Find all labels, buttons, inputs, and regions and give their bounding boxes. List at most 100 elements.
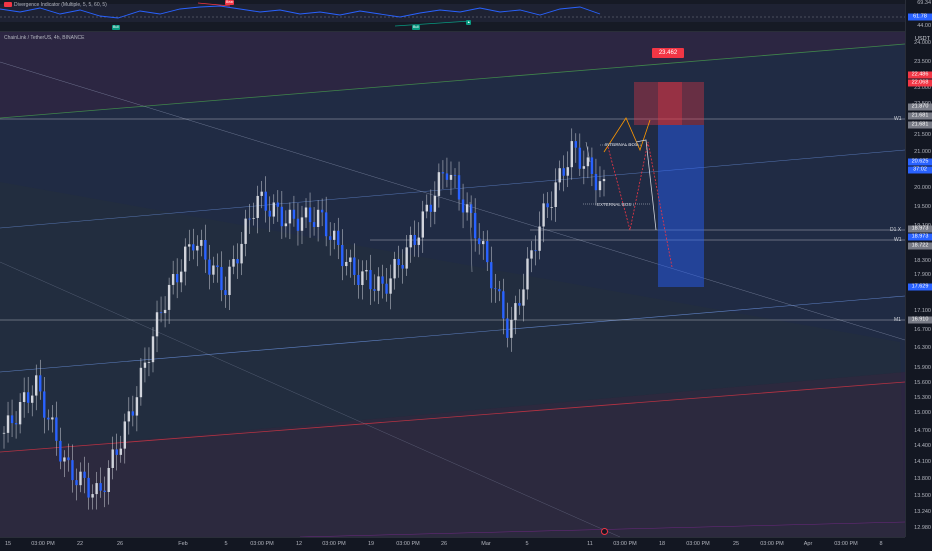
price-tag: 16.910 <box>908 316 932 324</box>
price-tick: 13.800 <box>914 476 931 482</box>
internal-bos-label: INTERNAL BOS ↓ <box>605 142 642 147</box>
candle-body <box>99 483 102 491</box>
price-axis[interactable]: 69.34 61.78 44.00 USDT 24.000 23.500 23.00… <box>905 0 932 550</box>
candle-body <box>498 289 501 292</box>
candle-body <box>228 266 231 296</box>
candle-body <box>353 257 356 275</box>
price-tick: 14.700 <box>914 428 931 434</box>
time-tick: 03:00 PM <box>686 541 710 547</box>
price-tick: 17.100 <box>914 308 931 314</box>
candle-body <box>91 494 94 498</box>
candle-body <box>184 246 187 272</box>
candle-body <box>196 245 199 251</box>
candle-body <box>111 449 114 468</box>
candle-body <box>167 284 171 310</box>
candle-body <box>171 274 175 285</box>
candle-body <box>208 259 211 275</box>
oscillator-title: Divergence Indicator (Multiple, 5, 5, 60… <box>4 2 107 8</box>
time-tick: 12 <box>295 541 303 547</box>
candle-body <box>473 212 477 239</box>
candle-body <box>457 175 461 200</box>
time-axis[interactable]: 15 03:00 PM 22 26 Feb 5 03:00 PM 12 03:00 PM 19 03… <box>0 537 905 551</box>
candle-body <box>304 207 308 218</box>
candle-body <box>598 181 602 191</box>
price-tag: 22.486 <box>908 71 932 79</box>
candle-body <box>175 274 179 283</box>
candle-body <box>328 236 332 240</box>
time-tick: 8 <box>879 541 883 547</box>
candle-body <box>574 141 578 148</box>
candle-body <box>566 167 569 176</box>
candle-body <box>453 174 457 176</box>
candle-body <box>405 247 408 269</box>
trading-chart-window: Divergence Indicator (Multiple, 5, 5, 60… <box>0 0 932 551</box>
candle-body <box>163 309 167 314</box>
price-tick: 23.500 <box>914 59 931 65</box>
time-tick: 5 <box>224 541 228 547</box>
candle-body <box>590 157 594 174</box>
candle-body <box>389 278 392 294</box>
main-chart-pane[interactable] <box>0 32 905 537</box>
candle-body <box>292 209 296 219</box>
time-tick: 03:00 PM <box>250 541 274 547</box>
candle-body <box>123 421 127 449</box>
candle-body <box>151 336 155 363</box>
external-bos-label: EXTERNAL BOS ↓ <box>597 202 635 207</box>
time-tick: 03:00 PM <box>834 541 858 547</box>
candle-body <box>441 172 445 174</box>
candle-body <box>240 243 243 264</box>
candle-body <box>409 234 412 248</box>
candle-body <box>594 173 598 191</box>
candle-body <box>361 271 364 286</box>
axis-corner <box>905 537 932 550</box>
candle-body <box>95 483 98 495</box>
time-tick: Feb <box>178 541 188 547</box>
candle-body <box>558 168 561 183</box>
bull-signal-extra: ▲ <box>466 20 472 25</box>
price-tag: 21.870 <box>908 103 932 111</box>
candle-body <box>139 367 143 398</box>
candle-body <box>357 274 360 286</box>
candle-body <box>477 238 481 245</box>
event-marker-icon[interactable] <box>601 528 608 535</box>
candle-body <box>155 312 159 337</box>
candle-body <box>256 195 259 218</box>
price-tick: 12.980 <box>914 525 931 531</box>
price-tick: 13.240 <box>914 509 931 515</box>
candle-body <box>188 244 191 247</box>
oscillator-title-text: Divergence Indicator (Multiple, 5, 5, 60… <box>14 2 107 8</box>
candle-body <box>582 166 586 169</box>
candle-body <box>264 191 267 211</box>
candle-body <box>401 264 404 269</box>
candle-body <box>6 415 10 433</box>
price-tick: 24.000 <box>914 40 931 46</box>
candle-body <box>131 411 135 416</box>
oscillator-pane[interactable]: Divergence Indicator (Multiple, 5, 5, 60… <box>0 0 905 32</box>
time-tick: 03:00 PM <box>613 541 637 547</box>
candle-body <box>75 480 78 486</box>
candle-body <box>67 457 70 461</box>
candle-body <box>373 289 376 291</box>
level-label-w1-lower: W1 <box>894 237 902 243</box>
price-tick: 14.100 <box>914 459 931 465</box>
candle-body <box>349 257 352 262</box>
candle-body <box>506 318 509 338</box>
candle-body <box>320 209 324 213</box>
bull-signal: Bull <box>112 25 120 30</box>
candle-body <box>429 204 433 212</box>
candle-body <box>22 392 26 403</box>
target-callout[interactable]: 23.462 <box>652 48 684 58</box>
candle-body <box>248 218 251 220</box>
candle-body <box>135 397 139 416</box>
osc-value: 69.34 <box>917 0 931 6</box>
candle-body <box>107 467 110 492</box>
price-tick: 18.300 <box>914 258 931 264</box>
price-tick: 17.900 <box>914 272 931 278</box>
candle-body <box>143 362 147 368</box>
candle-body <box>365 270 368 272</box>
candle-body <box>542 203 545 227</box>
candle-body <box>586 157 590 167</box>
price-tick: 20.000 <box>914 185 931 191</box>
candle-body <box>522 289 525 306</box>
candle-body <box>220 267 223 291</box>
